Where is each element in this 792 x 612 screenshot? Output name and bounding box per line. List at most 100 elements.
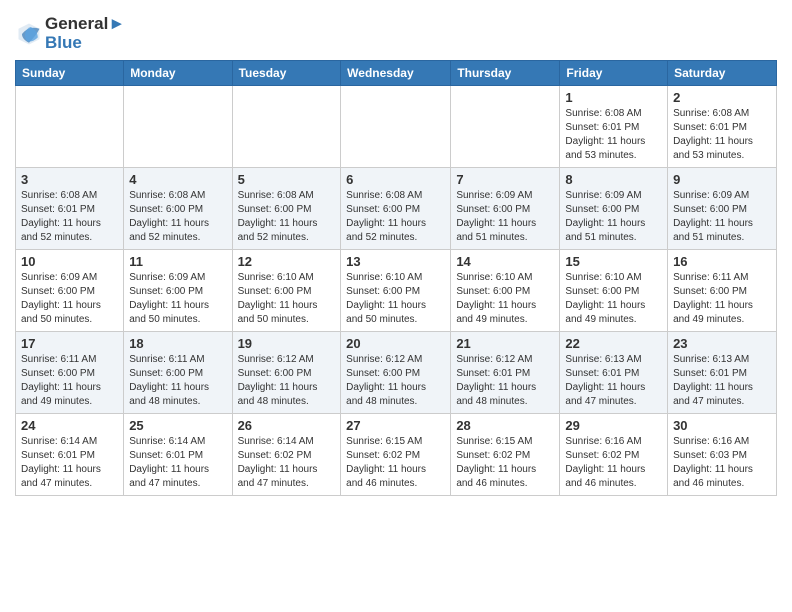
day-number: 19 — [238, 336, 336, 351]
calendar-cell: 22 Sunrise: 6:13 AMSunset: 6:01 PMDayligh… — [560, 332, 668, 414]
calendar-cell — [124, 86, 232, 168]
day-info: Sunrise: 6:09 AMSunset: 6:00 PMDaylight:… — [565, 189, 662, 245]
day-info: Sunrise: 6:11 AMSunset: 6:00 PMDaylight:… — [21, 353, 118, 409]
page: General► Blue SundayMondayTuesdayWednesd… — [0, 0, 792, 511]
day-info: Sunrise: 6:09 AMSunset: 6:00 PMDaylight:… — [129, 271, 226, 327]
calendar-cell: 3 Sunrise: 6:08 AMSunset: 6:01 PMDaylight… — [16, 168, 124, 250]
day-info: Sunrise: 6:12 AMSunset: 6:01 PMDaylight:… — [456, 353, 554, 409]
day-info: Sunrise: 6:13 AMSunset: 6:01 PMDaylight:… — [565, 353, 662, 409]
day-info: Sunrise: 6:10 AMSunset: 6:00 PMDaylight:… — [346, 271, 445, 327]
day-number: 15 — [565, 254, 662, 269]
day-number: 12 — [238, 254, 336, 269]
day-info: Sunrise: 6:15 AMSunset: 6:02 PMDaylight:… — [346, 435, 445, 491]
day-number: 18 — [129, 336, 226, 351]
day-number: 3 — [21, 172, 118, 187]
day-info: Sunrise: 6:09 AMSunset: 6:00 PMDaylight:… — [456, 189, 554, 245]
calendar-cell: 15 Sunrise: 6:10 AMSunset: 6:00 PMDayligh… — [560, 250, 668, 332]
day-number: 20 — [346, 336, 445, 351]
calendar-cell: 29 Sunrise: 6:16 AMSunset: 6:02 PMDayligh… — [560, 414, 668, 496]
day-info: Sunrise: 6:12 AMSunset: 6:00 PMDaylight:… — [238, 353, 336, 409]
day-info: Sunrise: 6:12 AMSunset: 6:00 PMDaylight:… — [346, 353, 445, 409]
calendar-header: SundayMondayTuesdayWednesdayThursdayFrid… — [16, 61, 777, 86]
day-number: 4 — [129, 172, 226, 187]
day-header-saturday: Saturday — [668, 61, 777, 86]
day-number: 30 — [673, 418, 771, 433]
day-number: 26 — [238, 418, 336, 433]
calendar-cell: 5Sunrise: 6:08 AMSunset: 6:00 PMDaylight… — [232, 168, 341, 250]
day-number: 10 — [21, 254, 118, 269]
calendar-table: SundayMondayTuesdayWednesdayThursdayFrid… — [15, 60, 777, 496]
day-info: Sunrise: 6:11 AMSunset: 6:00 PMDaylight:… — [129, 353, 226, 409]
calendar-cell: 1Sunrise: 6:08 AMSunset: 6:01 PMDaylight… — [560, 86, 668, 168]
calendar-cell — [16, 86, 124, 168]
day-info: Sunrise: 6:11 AMSunset: 6:00 PMDaylight:… — [673, 271, 771, 327]
day-info: Sunrise: 6:08 AMSunset: 6:01 PMDaylight:… — [673, 107, 771, 163]
calendar-body: 1 Sunrise: 6:08 AMSunset: 6:01 PMDaylight… — [16, 86, 777, 496]
day-info: Sunrise: 6:14 AMSunset: 6:01 PMDaylight:… — [21, 435, 118, 491]
day-number: 29 — [565, 418, 662, 433]
calendar-cell: 19 Sunrise: 6:12 AMSunset: 6:00 PMDayligh… — [232, 332, 341, 414]
day-info: Sunrise: 6:09 AMSunset: 6:00 PMDaylight:… — [673, 189, 771, 245]
day-info: Sunrise: 6:13 AMSunset: 6:01 PMDaylight:… — [673, 353, 771, 409]
day-number: 1 — [565, 90, 662, 105]
calendar-week-3: 10 Sunrise: 6:09 AMSunset: 6:00 PMDayligh… — [16, 250, 777, 332]
calendar-cell: 4Sunrise: 6:08 AMSunset: 6:00 PMDaylight… — [124, 168, 232, 250]
day-info: Sunrise: 6:14 AMSunset: 6:01 PMDaylight:… — [129, 435, 226, 491]
logo-icon — [15, 20, 43, 48]
calendar-week-5: 24 Sunrise: 6:14 AMSunset: 6:01 PMDayligh… — [16, 414, 777, 496]
calendar-cell: 6 Sunrise: 6:08 AMSunset: 6:00 PMDaylight… — [341, 168, 451, 250]
calendar-cell: 8 Sunrise: 6:09 AMSunset: 6:00 PMDaylight… — [560, 168, 668, 250]
calendar-cell: 16 Sunrise: 6:11 AMSunset: 6:00 PMDayligh… — [668, 250, 777, 332]
day-number: 28 — [456, 418, 554, 433]
day-number: 22 — [565, 336, 662, 351]
calendar-cell — [341, 86, 451, 168]
day-info: Sunrise: 6:08 AMSunset: 6:01 PMDaylight:… — [21, 189, 118, 245]
calendar-cell: 14 Sunrise: 6:10 AMSunset: 6:00 PMDayligh… — [451, 250, 560, 332]
day-header-wednesday: Wednesday — [341, 61, 451, 86]
calendar-cell: 18 Sunrise: 6:11 AMSunset: 6:00 PMDayligh… — [124, 332, 232, 414]
calendar-cell — [451, 86, 560, 168]
calendar-cell: 23 Sunrise: 6:13 AMSunset: 6:01 PMDayligh… — [668, 332, 777, 414]
calendar-cell: 13 Sunrise: 6:10 AMSunset: 6:00 PMDayligh… — [341, 250, 451, 332]
calendar-cell: 26Sunrise: 6:14 AMSunset: 6:02 PMDayligh… — [232, 414, 341, 496]
calendar-cell: 9Sunrise: 6:09 AMSunset: 6:00 PMDaylight… — [668, 168, 777, 250]
logo-text: General► Blue — [45, 15, 125, 52]
day-number: 24 — [21, 418, 118, 433]
day-info: Sunrise: 6:10 AMSunset: 6:00 PMDaylight:… — [456, 271, 554, 327]
day-number: 27 — [346, 418, 445, 433]
calendar-cell: 27 Sunrise: 6:15 AMSunset: 6:02 PMDayligh… — [341, 414, 451, 496]
day-info: Sunrise: 6:09 AMSunset: 6:00 PMDaylight:… — [21, 271, 118, 327]
day-number: 16 — [673, 254, 771, 269]
calendar-cell: 12 Sunrise: 6:10 AMSunset: 6:00 PMDayligh… — [232, 250, 341, 332]
day-info: Sunrise: 6:10 AMSunset: 6:00 PMDaylight:… — [238, 271, 336, 327]
day-number: 13 — [346, 254, 445, 269]
day-header-friday: Friday — [560, 61, 668, 86]
day-info: Sunrise: 6:16 AMSunset: 6:03 PMDaylight:… — [673, 435, 771, 491]
calendar-cell — [232, 86, 341, 168]
calendar-cell: 17 Sunrise: 6:11 AMSunset: 6:00 PMDayligh… — [16, 332, 124, 414]
day-header-tuesday: Tuesday — [232, 61, 341, 86]
day-info: Sunrise: 6:08 AMSunset: 6:00 PMDaylight:… — [238, 189, 336, 245]
day-info: Sunrise: 6:15 AMSunset: 6:02 PMDaylight:… — [456, 435, 554, 491]
day-header-sunday: Sunday — [16, 61, 124, 86]
day-number: 6 — [346, 172, 445, 187]
day-info: Sunrise: 6:10 AMSunset: 6:00 PMDaylight:… — [565, 271, 662, 327]
calendar-week-4: 17 Sunrise: 6:11 AMSunset: 6:00 PMDayligh… — [16, 332, 777, 414]
calendar-week-1: 1 Sunrise: 6:08 AMSunset: 6:01 PMDaylight… — [16, 86, 777, 168]
day-info: Sunrise: 6:08 AMSunset: 6:00 PMDaylight:… — [346, 189, 445, 245]
calendar-cell: 25 Sunrise: 6:14 AMSunset: 6:01 PMDayligh… — [124, 414, 232, 496]
day-number: 25 — [129, 418, 226, 433]
day-header-thursday: Thursday — [451, 61, 560, 86]
day-number: 2 — [673, 90, 771, 105]
logo: General► Blue — [15, 15, 125, 52]
header: General► Blue — [15, 10, 777, 52]
calendar-cell: 21Sunrise: 6:12 AMSunset: 6:01 PMDayligh… — [451, 332, 560, 414]
day-number: 8 — [565, 172, 662, 187]
calendar-cell: 28 Sunrise: 6:15 AMSunset: 6:02 PMDayligh… — [451, 414, 560, 496]
day-header-monday: Monday — [124, 61, 232, 86]
calendar-week-2: 3 Sunrise: 6:08 AMSunset: 6:01 PMDaylight… — [16, 168, 777, 250]
day-info: Sunrise: 6:16 AMSunset: 6:02 PMDaylight:… — [565, 435, 662, 491]
day-number: 23 — [673, 336, 771, 351]
day-number: 17 — [21, 336, 118, 351]
day-number: 14 — [456, 254, 554, 269]
